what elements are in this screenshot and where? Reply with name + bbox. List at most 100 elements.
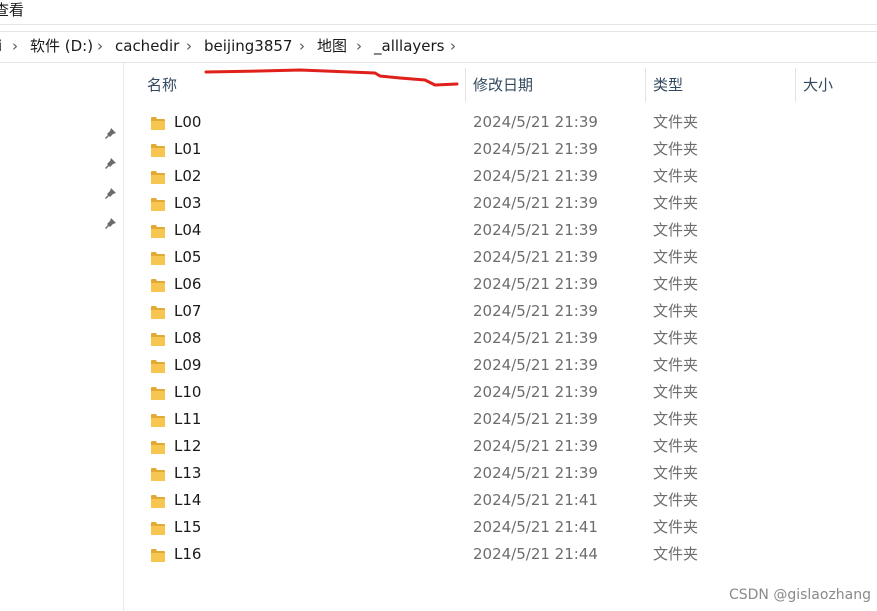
file-name: L04 [174, 221, 202, 239]
file-modified: 2024/5/21 21:39 [473, 248, 598, 266]
chevron-right-icon[interactable]: › [97, 37, 103, 55]
list-item[interactable]: L09 2024/5/21 21:39 文件夹 [138, 353, 877, 380]
file-type: 文件夹 [653, 464, 699, 482]
file-modified: 2024/5/21 21:39 [473, 221, 598, 239]
chevron-right-icon[interactable]: › [450, 37, 456, 55]
breadcrumb-item-home[interactable]: i [0, 37, 2, 55]
chevron-right-icon[interactable]: › [186, 37, 192, 55]
column-divider[interactable] [465, 68, 466, 102]
list-item[interactable]: L01 2024/5/21 21:39 文件夹 [138, 137, 877, 164]
list-item[interactable]: L02 2024/5/21 21:39 文件夹 [138, 164, 877, 191]
file-name: L12 [174, 437, 202, 455]
column-divider[interactable] [645, 68, 646, 102]
list-item[interactable]: L10 2024/5/21 21:39 文件夹 [138, 380, 877, 407]
breadcrumb-item-cachedir[interactable]: cachedir [115, 37, 179, 55]
folder-icon [151, 360, 165, 373]
list-item[interactable]: L16 2024/5/21 21:44 文件夹 [138, 542, 877, 569]
file-name: L08 [174, 329, 202, 347]
list-item[interactable]: L07 2024/5/21 21:39 文件夹 [138, 299, 877, 326]
list-item[interactable]: L12 2024/5/21 21:39 文件夹 [138, 434, 877, 461]
list-item[interactable]: L13 2024/5/21 21:39 文件夹 [138, 461, 877, 488]
file-name: L11 [174, 410, 202, 428]
file-modified: 2024/5/21 21:39 [473, 383, 598, 401]
file-type: 文件夹 [653, 275, 699, 293]
list-item[interactable]: L03 2024/5/21 21:39 文件夹 [138, 191, 877, 218]
file-modified: 2024/5/21 21:41 [473, 518, 598, 536]
folder-icon [151, 171, 165, 184]
pin-icon[interactable] [103, 127, 117, 141]
breadcrumb-item-alllayers[interactable]: _alllayers [374, 37, 444, 55]
file-name: L02 [174, 167, 202, 185]
navigation-pane [0, 62, 124, 611]
file-type: 文件夹 [653, 140, 699, 158]
file-type: 文件夹 [653, 248, 699, 266]
breadcrumb-item-beijing3857[interactable]: beijing3857 [204, 37, 292, 55]
file-modified: 2024/5/21 21:39 [473, 194, 598, 212]
file-modified: 2024/5/21 21:39 [473, 356, 598, 374]
breadcrumb: i › 软件 (D:) › cachedir › beijing3857 › 地… [0, 31, 877, 63]
chevron-right-icon[interactable]: › [356, 37, 362, 55]
column-header-name[interactable]: 名称 [147, 76, 177, 94]
folder-icon [151, 252, 165, 265]
menu-bar: 查看 [0, 0, 877, 25]
folder-icon [151, 468, 165, 481]
list-item[interactable]: L00 2024/5/21 21:39 文件夹 [138, 110, 877, 137]
folder-icon [151, 441, 165, 454]
list-item[interactable]: L15 2024/5/21 21:41 文件夹 [138, 515, 877, 542]
file-modified: 2024/5/21 21:41 [473, 491, 598, 509]
file-name: L05 [174, 248, 202, 266]
file-type: 文件夹 [653, 383, 699, 401]
watermark: CSDN @gislaozhang [728, 587, 871, 603]
column-divider[interactable] [795, 68, 796, 102]
file-type: 文件夹 [653, 410, 699, 428]
file-type: 文件夹 [653, 491, 699, 509]
file-type: 文件夹 [653, 194, 699, 212]
list-item[interactable]: L11 2024/5/21 21:39 文件夹 [138, 407, 877, 434]
file-type: 文件夹 [653, 302, 699, 320]
chevron-right-icon[interactable]: › [12, 37, 18, 55]
folder-icon [151, 117, 165, 130]
file-name: L10 [174, 383, 202, 401]
file-name: L16 [174, 545, 202, 563]
chevron-right-icon[interactable]: › [299, 37, 305, 55]
pin-icon[interactable] [103, 187, 117, 201]
list-item[interactable]: L08 2024/5/21 21:39 文件夹 [138, 326, 877, 353]
pin-icon[interactable] [103, 217, 117, 231]
column-header-type[interactable]: 类型 [653, 76, 683, 94]
file-name: L14 [174, 491, 202, 509]
folder-icon [151, 387, 165, 400]
file-type: 文件夹 [653, 518, 699, 536]
file-modified: 2024/5/21 21:39 [473, 167, 598, 185]
column-header-modified[interactable]: 修改日期 [473, 76, 533, 94]
menu-view[interactable]: 查看 [0, 1, 24, 19]
folder-icon [151, 198, 165, 211]
folder-icon [151, 225, 165, 238]
list-item[interactable]: L04 2024/5/21 21:39 文件夹 [138, 218, 877, 245]
list-item[interactable]: L05 2024/5/21 21:39 文件夹 [138, 245, 877, 272]
file-modified: 2024/5/21 21:44 [473, 545, 598, 563]
folder-icon [151, 549, 165, 562]
file-modified: 2024/5/21 21:39 [473, 329, 598, 347]
folder-icon [151, 495, 165, 508]
file-type: 文件夹 [653, 329, 699, 347]
file-type: 文件夹 [653, 437, 699, 455]
file-name: L03 [174, 194, 202, 212]
breadcrumb-item-drive[interactable]: 软件 (D:) [30, 37, 93, 55]
breadcrumb-item-map[interactable]: 地图 [317, 37, 347, 55]
file-name: L06 [174, 275, 202, 293]
folder-icon [151, 279, 165, 292]
file-modified: 2024/5/21 21:39 [473, 410, 598, 428]
column-header-size[interactable]: 大小 [803, 76, 833, 94]
file-name: L13 [174, 464, 202, 482]
file-modified: 2024/5/21 21:39 [473, 275, 598, 293]
file-modified: 2024/5/21 21:39 [473, 140, 598, 158]
list-item[interactable]: L14 2024/5/21 21:41 文件夹 [138, 488, 877, 515]
file-name: L01 [174, 140, 202, 158]
pin-icon[interactable] [103, 157, 117, 171]
file-type: 文件夹 [653, 167, 699, 185]
file-name: L09 [174, 356, 202, 374]
file-modified: 2024/5/21 21:39 [473, 437, 598, 455]
list-item[interactable]: L06 2024/5/21 21:39 文件夹 [138, 272, 877, 299]
folder-icon [151, 144, 165, 157]
file-name: L07 [174, 302, 202, 320]
